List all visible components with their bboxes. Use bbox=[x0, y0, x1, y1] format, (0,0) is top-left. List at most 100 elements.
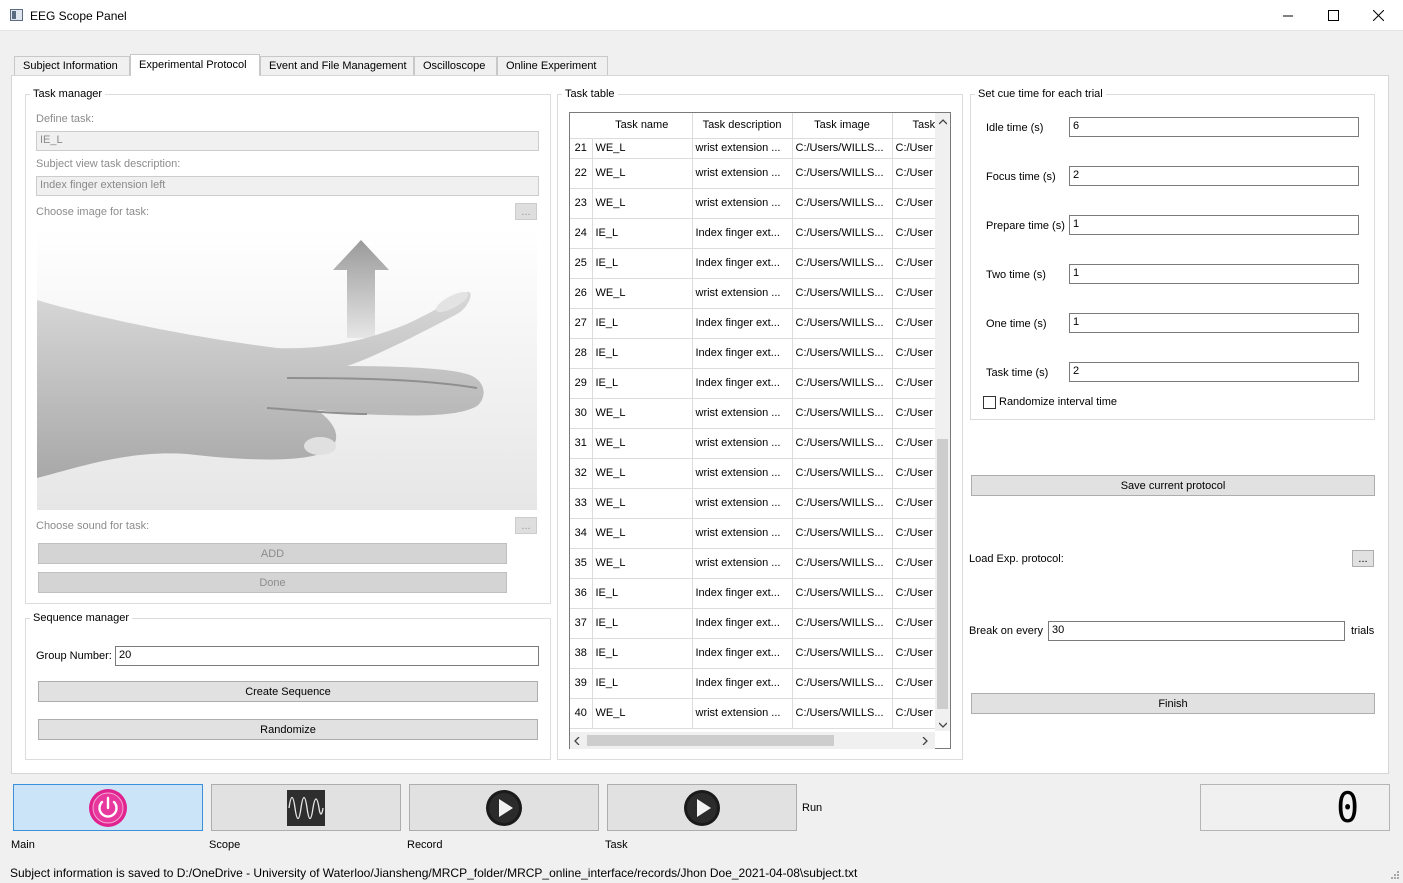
cell-task-image[interactable]: C:/Users/WILLS... bbox=[792, 548, 893, 579]
cell-task-image[interactable]: C:/Users/WILLS... bbox=[792, 368, 893, 399]
cue-field-input[interactable]: 1 bbox=[1069, 313, 1359, 333]
table-vertical-scrollbar[interactable] bbox=[935, 113, 950, 731]
table-row[interactable]: 38 IE_L Index finger ext... C:/Users/WILLS.… bbox=[570, 638, 950, 669]
cell-task-name[interactable]: WE_L bbox=[592, 458, 693, 489]
cell-task-image[interactable]: C:/Users/WILLS... bbox=[792, 398, 893, 429]
cue-field-input[interactable]: 6 bbox=[1069, 117, 1359, 137]
close-icon[interactable] bbox=[1355, 0, 1401, 31]
row-number[interactable]: 39 bbox=[570, 668, 593, 699]
row-number[interactable]: 37 bbox=[570, 608, 593, 639]
cell-task-description[interactable]: Index finger ext... bbox=[692, 368, 793, 399]
cue-field-input[interactable]: 1 bbox=[1069, 215, 1359, 235]
vertical-scroll-thumb[interactable] bbox=[937, 439, 948, 709]
cell-task-image[interactable]: C:/Users/WILLS... bbox=[792, 338, 893, 369]
row-number[interactable]: 31 bbox=[570, 428, 593, 459]
row-number[interactable]: 34 bbox=[570, 518, 593, 549]
minimize-icon[interactable] bbox=[1265, 0, 1311, 31]
cell-task-name[interactable]: WE_L bbox=[592, 158, 693, 189]
row-number[interactable]: 27 bbox=[570, 308, 593, 339]
table-row[interactable]: 31 WE_L wrist extension ... C:/Users/WILLS.… bbox=[570, 428, 950, 459]
column-header-task-name[interactable]: Task name bbox=[592, 113, 693, 139]
maximize-icon[interactable] bbox=[1310, 0, 1356, 31]
cell-task-description[interactable]: wrist extension ... bbox=[692, 458, 793, 489]
row-number[interactable]: 32 bbox=[570, 458, 593, 489]
cell-task-description[interactable]: wrist extension ... bbox=[692, 188, 793, 219]
choose-image-button[interactable]: ... bbox=[515, 203, 537, 220]
row-number[interactable]: 24 bbox=[570, 218, 593, 249]
cell-task-image[interactable]: C:/Users/WILLS... bbox=[792, 668, 893, 699]
table-row[interactable]: 29 IE_L Index finger ext... C:/Users/WILLS.… bbox=[570, 368, 950, 399]
cell-task-image[interactable]: C:/Users/WILLS... bbox=[792, 698, 893, 729]
cell-task-name[interactable]: IE_L bbox=[592, 578, 693, 609]
table-row[interactable]: 33 WE_L wrist extension ... C:/Users/WILLS.… bbox=[570, 488, 950, 519]
cell-task-description[interactable]: wrist extension ... bbox=[692, 518, 793, 549]
cell-task-description[interactable]: wrist extension ... bbox=[692, 158, 793, 189]
cell-task-name[interactable]: IE_L bbox=[592, 308, 693, 339]
cell-task-image[interactable]: C:/Users/WILLS... bbox=[792, 488, 893, 519]
table-row[interactable]: 23 WE_L wrist extension ... C:/Users/WILLS.… bbox=[570, 188, 950, 219]
column-header-task-image[interactable]: Task image bbox=[792, 113, 893, 139]
cell-task-image[interactable]: C:/Users/WILLS... bbox=[792, 138, 893, 159]
cell-task-name[interactable]: WE_L bbox=[592, 548, 693, 579]
finish-button[interactable]: Finish bbox=[971, 693, 1375, 714]
cell-task-description[interactable]: Index finger ext... bbox=[692, 248, 793, 279]
cell-task-description[interactable]: Index finger ext... bbox=[692, 578, 793, 609]
tab-event-file-management[interactable]: Event and File Management bbox=[260, 56, 414, 76]
cell-task-name[interactable]: IE_L bbox=[592, 338, 693, 369]
cell-task-image[interactable]: C:/Users/WILLS... bbox=[792, 638, 893, 669]
tab-oscilloscope[interactable]: Oscilloscope bbox=[414, 56, 497, 76]
cell-task-description[interactable]: wrist extension ... bbox=[692, 488, 793, 519]
table-row[interactable]: 22 WE_L wrist extension ... C:/Users/WILLS.… bbox=[570, 158, 950, 189]
add-button[interactable]: ADD bbox=[38, 543, 507, 564]
randomize-interval-checkbox[interactable] bbox=[983, 396, 996, 409]
cell-task-image[interactable]: C:/Users/WILLS... bbox=[792, 158, 893, 189]
cell-task-description[interactable]: Index finger ext... bbox=[692, 668, 793, 699]
table-row[interactable]: 36 IE_L Index finger ext... C:/Users/WILLS.… bbox=[570, 578, 950, 609]
group-number-input[interactable]: 20 bbox=[115, 646, 539, 666]
cell-task-description[interactable]: wrist extension ... bbox=[692, 548, 793, 579]
table-row[interactable]: 26 WE_L wrist extension ... C:/Users/WILLS.… bbox=[570, 278, 950, 309]
row-number[interactable]: 26 bbox=[570, 278, 593, 309]
cell-task-image[interactable]: C:/Users/WILLS... bbox=[792, 608, 893, 639]
cell-task-description[interactable]: Index finger ext... bbox=[692, 638, 793, 669]
resize-grip-icon[interactable] bbox=[1388, 870, 1400, 882]
cell-task-name[interactable]: IE_L bbox=[592, 608, 693, 639]
row-number[interactable]: 22 bbox=[570, 158, 593, 189]
row-number[interactable]: 35 bbox=[570, 548, 593, 579]
table-row[interactable]: 30 WE_L wrist extension ... C:/Users/WILLS.… bbox=[570, 398, 950, 429]
cell-task-image[interactable]: C:/Users/WILLS... bbox=[792, 458, 893, 489]
cell-task-image[interactable]: C:/Users/WILLS... bbox=[792, 188, 893, 219]
scroll-up-icon[interactable] bbox=[938, 117, 948, 127]
task-button[interactable] bbox=[607, 784, 797, 831]
break-every-input[interactable]: 30 bbox=[1048, 621, 1345, 641]
table-row[interactable]: 40 WE_L wrist extension ... C:/Users/WILLS.… bbox=[570, 698, 950, 729]
cell-task-name[interactable]: WE_L bbox=[592, 138, 693, 159]
cell-task-image[interactable]: C:/Users/WILLS... bbox=[792, 278, 893, 309]
cell-task-description[interactable]: Index finger ext... bbox=[692, 338, 793, 369]
row-number[interactable]: 36 bbox=[570, 578, 593, 609]
cell-task-name[interactable]: IE_L bbox=[592, 668, 693, 699]
task-table[interactable]: Task name Task description Task image Ta… bbox=[569, 112, 951, 749]
cell-task-image[interactable]: C:/Users/WILLS... bbox=[792, 578, 893, 609]
cell-task-description[interactable]: Index finger ext... bbox=[692, 608, 793, 639]
table-row[interactable]: 34 WE_L wrist extension ... C:/Users/WILLS.… bbox=[570, 518, 950, 549]
row-number[interactable]: 21 bbox=[570, 138, 593, 159]
row-number[interactable]: 38 bbox=[570, 638, 593, 669]
cell-task-name[interactable]: IE_L bbox=[592, 638, 693, 669]
main-button[interactable] bbox=[13, 784, 203, 831]
row-number[interactable]: 30 bbox=[570, 398, 593, 429]
cell-task-image[interactable]: C:/Users/WILLS... bbox=[792, 248, 893, 279]
column-header-task-description[interactable]: Task description bbox=[692, 113, 793, 139]
cell-task-image[interactable]: C:/Users/WILLS... bbox=[792, 218, 893, 249]
table-row[interactable]: 25 IE_L Index finger ext... C:/Users/WILLS.… bbox=[570, 248, 950, 279]
cell-task-description[interactable]: wrist extension ... bbox=[692, 698, 793, 729]
task-description-input[interactable]: Index finger extension left bbox=[36, 176, 539, 196]
table-row[interactable]: 24 IE_L Index finger ext... C:/Users/WILLS.… bbox=[570, 218, 950, 249]
cell-task-name[interactable]: WE_L bbox=[592, 188, 693, 219]
tab-online-experiment[interactable]: Online Experiment bbox=[497, 56, 608, 76]
table-row[interactable]: 32 WE_L wrist extension ... C:/Users/WILLS.… bbox=[570, 458, 950, 489]
cell-task-image[interactable]: C:/Users/WILLS... bbox=[792, 428, 893, 459]
cell-task-description[interactable]: wrist extension ... bbox=[692, 428, 793, 459]
cell-task-name[interactable]: IE_L bbox=[592, 218, 693, 249]
cell-task-description[interactable]: Index finger ext... bbox=[692, 308, 793, 339]
